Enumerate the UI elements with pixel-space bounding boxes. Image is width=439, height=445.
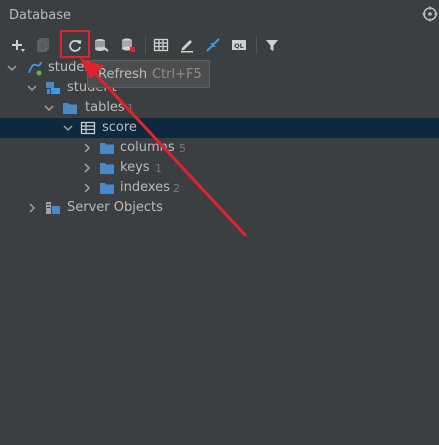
folder-icon — [63, 103, 77, 114]
tooltip-label: Refresh — [98, 67, 148, 82]
chevron-right-icon[interactable] — [26, 202, 38, 214]
table-editor-icon[interactable] — [153, 37, 169, 53]
tree-node-count: 1 — [127, 102, 134, 115]
svg-text:QL: QL — [234, 42, 244, 50]
tree-node-columns[interactable]: columns 5 — [0, 138, 439, 158]
tree-node-label: keys — [120, 160, 150, 175]
folder-icon — [100, 143, 114, 154]
table-icon — [80, 121, 96, 135]
tree-node-label: indexes — [120, 180, 170, 195]
sql-console-icon[interactable]: QL — [231, 37, 247, 53]
tree-node-count: 2 — [173, 182, 180, 195]
toolbar-separator — [256, 36, 257, 54]
folder-icon — [100, 183, 114, 194]
tree-node-label: columns — [120, 140, 175, 155]
tree-node-tables[interactable]: tables 1 — [0, 98, 439, 118]
tree-node-count: 5 — [179, 142, 186, 155]
chevron-right-icon[interactable] — [81, 142, 93, 154]
data-source-properties-icon[interactable] — [93, 37, 109, 53]
panel-header: Database — [0, 0, 439, 32]
annotation-highlight-box — [60, 30, 90, 58]
filter-icon[interactable] — [264, 37, 280, 53]
panel-title: Database — [9, 8, 72, 23]
refresh-tooltip: Refresh Ctrl+F5 — [87, 60, 210, 88]
folder-icon — [100, 163, 114, 174]
chevron-right-icon[interactable] — [81, 162, 93, 174]
tree-node-keys[interactable]: keys 1 — [0, 158, 439, 178]
tree-node-schema[interactable]: student — [0, 78, 439, 98]
edit-icon[interactable] — [179, 37, 195, 53]
duplicate-icon[interactable] — [35, 37, 51, 53]
jump-to-source-icon[interactable] — [205, 37, 221, 53]
chevron-right-icon[interactable] — [81, 182, 93, 194]
toolbar-separator — [145, 36, 146, 54]
disconnect-icon[interactable] — [120, 37, 136, 53]
tree-node-indexes[interactable]: indexes 2 — [0, 178, 439, 198]
chevron-down-icon[interactable] — [43, 102, 55, 114]
settings-crosshair-icon[interactable] — [422, 6, 438, 22]
chevron-down-icon[interactable] — [6, 62, 18, 74]
tree-node-datasource[interactable]: studen — [0, 58, 439, 78]
server-objects-icon — [46, 202, 60, 214]
chevron-down-icon[interactable] — [62, 122, 74, 134]
tree-node-label: score — [102, 120, 137, 135]
tree-node-server-objects[interactable]: Server Objects — [0, 198, 439, 218]
tree-node-label: studen — [48, 60, 93, 75]
tooltip-shortcut: Ctrl+F5 — [152, 67, 202, 82]
chevron-down-icon[interactable] — [26, 82, 38, 94]
schema-icon — [46, 82, 60, 94]
datasource-icon — [28, 61, 42, 76]
tree-node-score[interactable]: score — [0, 118, 439, 138]
tree-node-count: 1 — [155, 162, 162, 175]
tree-node-label: tables — [85, 100, 125, 115]
add-icon[interactable] — [10, 37, 26, 53]
tree-node-label: Server Objects — [67, 200, 163, 215]
